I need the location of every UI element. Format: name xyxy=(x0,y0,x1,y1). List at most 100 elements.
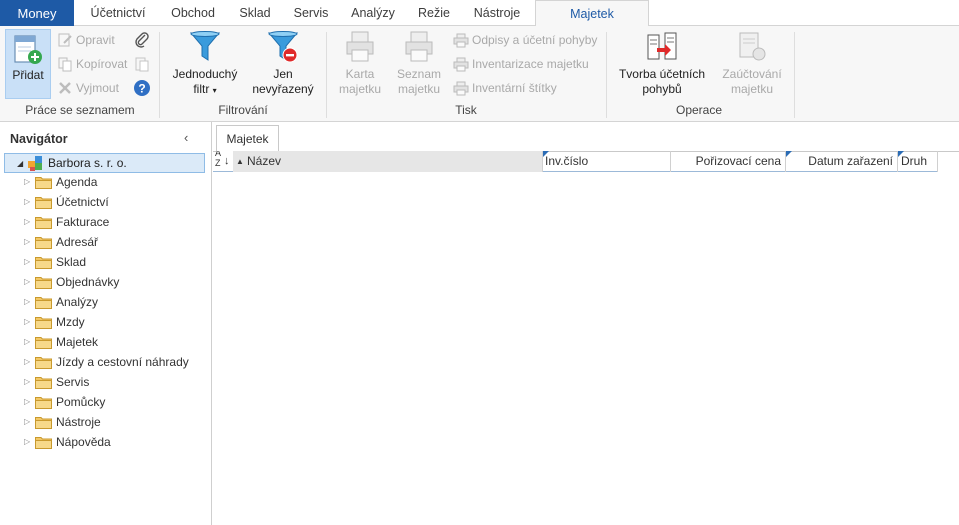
expand-triangle-icon[interactable]: ▷ xyxy=(24,217,30,226)
column-header-druh[interactable]: Druh xyxy=(898,151,938,172)
tab-obchod[interactable]: Obchod xyxy=(163,0,223,26)
column-cena-label: Pořizovací cena xyxy=(695,154,781,168)
expand-triangle-icon[interactable]: ▷ xyxy=(24,337,30,346)
tab-money[interactable]: Money xyxy=(0,0,74,26)
expand-triangle-icon[interactable]: ▷ xyxy=(24,197,30,206)
edit-icon xyxy=(58,33,72,47)
tree-item[interactable]: ▷ Servis xyxy=(24,374,204,392)
tree-item[interactable]: ▷ Adresář xyxy=(24,234,204,252)
stitky-label: Inventární štítky xyxy=(472,81,557,95)
inventarizace-button[interactable]: Inventarizace majetku xyxy=(453,55,589,73)
column-header-inv[interactable]: Inv.číslo xyxy=(543,151,671,172)
tab-sklad[interactable]: Sklad xyxy=(232,0,278,26)
tree-item[interactable]: ▷ Sklad xyxy=(24,254,204,272)
tree-item[interactable]: ▷ Fakturace xyxy=(24,214,204,232)
attachment-icon[interactable] xyxy=(133,31,151,49)
tree-item[interactable]: ▷ Jízdy a cestovní náhrady xyxy=(24,354,204,372)
tree-item-label: Nápověda xyxy=(56,435,111,449)
tree-item-label: Účetnictví xyxy=(56,195,109,209)
inventarizace-label: Inventarizace majetku xyxy=(472,57,589,71)
tab-majetek[interactable]: Majetek xyxy=(535,0,649,27)
pridat-label: Přidat xyxy=(12,68,44,82)
column-druh-label: Druh xyxy=(901,154,928,168)
tree-root-company[interactable]: ◢ Barbora s. r. o. xyxy=(4,153,205,173)
kopirovat-label: Kopírovat xyxy=(76,57,128,71)
jednoduchy-filtr-button[interactable]: Jednoduchý filtr ▾ xyxy=(168,30,242,98)
tree-item[interactable]: ▷ Objednávky xyxy=(24,274,204,292)
navigator-title: Navigátor xyxy=(10,132,68,146)
expand-triangle-icon[interactable]: ▷ xyxy=(24,377,30,386)
seznam-majetku-button[interactable]: Seznam majetku xyxy=(392,30,446,97)
funnel-remove-icon xyxy=(267,31,299,63)
expand-triangle-icon[interactable]: ▷ xyxy=(24,437,30,446)
karta-majetku-button[interactable]: Karta majetku xyxy=(334,30,386,97)
folder-icon xyxy=(35,257,52,269)
tree-item[interactable]: ▷ Nástroje xyxy=(24,414,204,432)
odpisy-button[interactable]: Odpisy a účetní pohyby xyxy=(453,31,597,49)
expand-triangle-icon[interactable]: ▷ xyxy=(24,257,30,266)
tab-nastroje[interactable]: Nástroje xyxy=(466,0,528,26)
column-datum-label: Datum zařazení xyxy=(808,154,893,168)
expand-triangle-icon[interactable]: ▷ xyxy=(24,317,30,326)
expand-triangle-icon[interactable]: ▷ xyxy=(24,357,30,366)
tree-item[interactable]: ▷ Pomůcky xyxy=(24,394,204,412)
column-header-cena[interactable]: Pořizovací cena xyxy=(671,151,786,172)
tab-servis[interactable]: Servis xyxy=(288,0,334,26)
tree-item[interactable]: ▷ Agenda xyxy=(24,174,204,192)
vyjmout-label: Vyjmout xyxy=(76,81,119,95)
paste-icon[interactable] xyxy=(133,55,151,73)
kopirovat-button[interactable]: Kopírovat xyxy=(57,55,127,73)
tree-item[interactable]: ▷ Mzdy xyxy=(24,314,204,332)
group-label-tisk: Tisk xyxy=(455,103,477,117)
expand-triangle-icon[interactable]: ▷ xyxy=(24,417,30,426)
column-nazev-label: Název xyxy=(247,154,282,168)
printer-icon xyxy=(453,33,469,48)
column-inv-label: Inv.číslo xyxy=(545,154,589,168)
grid-header: A Z ↓ ▲ Název Inv.číslo Pořizovací cena … xyxy=(213,151,938,172)
help-icon[interactable]: ? xyxy=(133,79,151,97)
sort-az-icon[interactable]: A Z ↓ xyxy=(213,151,233,172)
sort-ascending-icon: ▲ xyxy=(236,157,244,166)
stitky-button[interactable]: Inventární štítky xyxy=(453,79,557,97)
card-print-icon xyxy=(346,31,374,62)
list-print-icon xyxy=(405,31,433,62)
expand-triangle-icon[interactable]: ▷ xyxy=(24,237,30,246)
main-area: Majetek A Z ↓ ▲ Název Inv.číslo Pořizova… xyxy=(213,122,959,525)
tree-item-label: Analýzy xyxy=(56,295,99,309)
seznam-label-1: Seznam xyxy=(396,67,442,81)
tree-root-label: Barbora s. r. o. xyxy=(48,156,127,170)
column-header-nazev[interactable]: ▲ Název xyxy=(233,151,543,172)
tab-analyzy[interactable]: Analýzy xyxy=(343,0,403,26)
column-header-datum[interactable]: Datum zařazení xyxy=(786,151,898,172)
jen-nevyrazeny-button[interactable]: Jen nevyřazený xyxy=(248,30,318,97)
tab-rezie[interactable]: Režie xyxy=(412,0,456,26)
tvorba-ucetnich-pohybu-button[interactable]: Tvorba účetních pohybů xyxy=(614,30,710,97)
expand-triangle-icon[interactable]: ▷ xyxy=(24,177,30,186)
expanded-triangle-icon[interactable]: ◢ xyxy=(17,159,23,168)
company-icon xyxy=(28,156,42,171)
ribbon-separator xyxy=(794,32,795,118)
folder-icon xyxy=(35,217,52,229)
ribbon: Přidat Opravit Kopírovat Vyjmout ? Práce… xyxy=(0,26,959,122)
zauctovani-majetku-button[interactable]: Zaúčtování majetku xyxy=(716,30,788,97)
tree-item-label: Sklad xyxy=(56,255,87,269)
pridat-button[interactable]: Přidat xyxy=(5,29,51,99)
tree-item-label: Mzdy xyxy=(56,315,85,329)
tree-item[interactable]: ▷ Majetek xyxy=(24,334,204,352)
delete-icon xyxy=(59,82,71,94)
expand-triangle-icon[interactable]: ▷ xyxy=(24,397,30,406)
tree-item[interactable]: ▷ Nápověda xyxy=(24,434,204,452)
expand-triangle-icon[interactable]: ▷ xyxy=(24,297,30,306)
vyjmout-button[interactable]: Vyjmout xyxy=(57,79,119,97)
opravit-button[interactable]: Opravit xyxy=(57,31,115,49)
expand-triangle-icon[interactable]: ▷ xyxy=(24,277,30,286)
tab-ucetnictvi[interactable]: Účetnictví xyxy=(80,0,156,26)
folder-icon xyxy=(35,337,52,349)
tree-item[interactable]: ▷ Účetnictví xyxy=(24,194,204,212)
folder-icon xyxy=(35,377,52,389)
filtr-label-2: filtr xyxy=(193,82,210,96)
collapse-chevron-icon[interactable]: ‹ xyxy=(184,130,196,145)
document-tab-majetek[interactable]: Majetek xyxy=(216,125,279,152)
navigator-panel: Navigátor ‹ ◢ Barbora s. r. o. ▷ Agenda ▷ Ú… xyxy=(0,122,212,525)
tree-item[interactable]: ▷ Analýzy xyxy=(24,294,204,312)
